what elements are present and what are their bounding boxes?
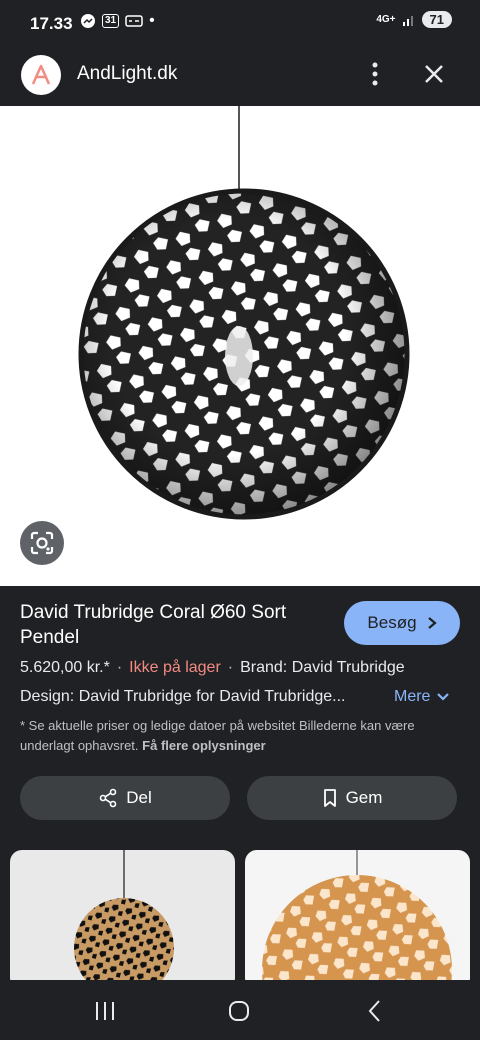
status-time: 17.33 — [30, 14, 73, 33]
product-image[interactable] — [0, 106, 480, 586]
voicemail-icon — [125, 15, 143, 27]
disclaimer-note: * Se aktuelle priser og ledige datoer på… — [20, 716, 460, 756]
more-label: Mere — [394, 688, 431, 705]
more-info-link[interactable]: Få flere oplysninger — [142, 738, 266, 753]
home-icon[interactable] — [226, 998, 252, 1024]
wooden-pendant-lamp-image — [262, 850, 452, 990]
site-logo — [21, 55, 61, 95]
status-bar: 17.33 31 • 4G+ 71 — [0, 0, 480, 42]
system-navigation-bar — [0, 980, 480, 1040]
stock-status: Ikke på lager — [129, 659, 221, 676]
related-image-1[interactable] — [10, 850, 235, 990]
recent-apps-icon[interactable] — [92, 998, 118, 1024]
site-name[interactable]: AndLight.dk — [77, 63, 177, 85]
chevron-right-icon — [427, 617, 437, 629]
calendar-icon: 31 — [102, 14, 120, 28]
more-options-icon[interactable] — [364, 60, 386, 88]
wooden-pendant-lamp-image — [74, 850, 174, 990]
visit-button[interactable]: Besøg — [344, 601, 460, 645]
related-images — [0, 850, 480, 990]
status-notification-icons: 31 • — [80, 12, 155, 30]
product-brand: Brand: David Trubridge — [240, 659, 405, 676]
save-button[interactable]: Gem — [247, 776, 457, 820]
related-image-2[interactable] — [245, 850, 470, 990]
andlight-logo-icon — [31, 64, 51, 85]
product-title[interactable]: David Trubridge Coral Ø60 Sort Pendel — [20, 600, 330, 650]
product-price: 5.620,00 kr.* — [20, 659, 110, 676]
more-notifications-dot: • — [149, 12, 155, 29]
product-meta: 5.620,00 kr.* · Ikke på lager · Brand: David… — [20, 659, 405, 677]
battery-indicator: 71 — [421, 11, 452, 28]
save-label: Gem — [345, 788, 383, 807]
bookmark-icon — [323, 789, 336, 807]
share-label: Del — [126, 788, 152, 807]
share-button[interactable]: Del — [20, 776, 230, 820]
separator-dot: · — [227, 659, 234, 676]
product-design: Design: David Trubridge for David Trubri… — [20, 688, 346, 705]
separator-dot: · — [116, 659, 123, 676]
signal-icon — [402, 15, 413, 26]
lens-icon — [30, 531, 54, 555]
status-system-icons: 4G+ 71 — [376, 11, 452, 28]
messenger-icon — [81, 14, 95, 28]
share-icon — [99, 788, 117, 808]
more-button[interactable]: Mere — [394, 688, 450, 706]
site-header: AndLight.dk — [0, 42, 480, 106]
chevron-down-icon — [437, 693, 450, 701]
network-type: 4G+ — [376, 14, 396, 25]
back-icon[interactable] — [362, 998, 388, 1024]
pendant-lamp-image — [78, 106, 410, 520]
google-lens-button[interactable] — [20, 521, 64, 565]
close-icon[interactable] — [420, 60, 448, 88]
visit-label: Besøg — [367, 613, 417, 632]
